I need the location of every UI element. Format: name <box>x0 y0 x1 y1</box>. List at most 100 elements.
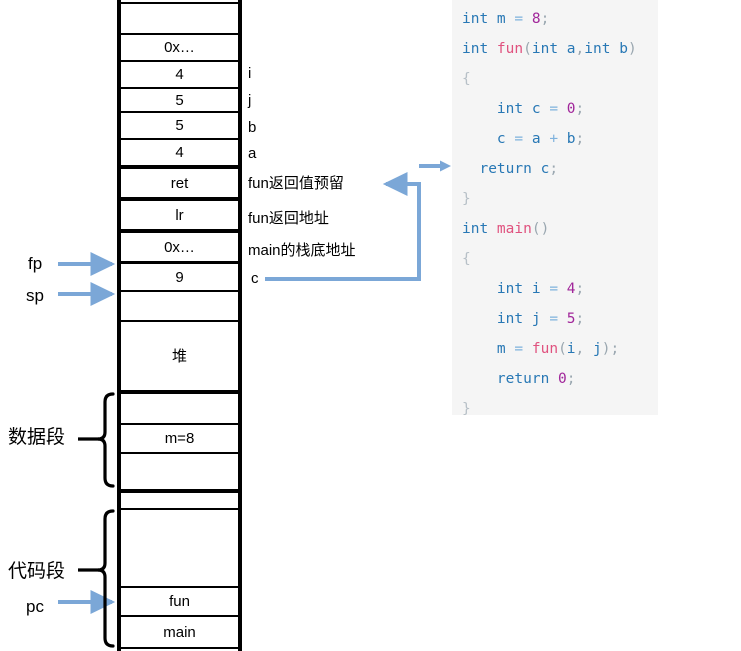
code-token: b <box>558 131 576 147</box>
code-line: int main() <box>452 214 658 244</box>
code-token: int <box>496 311 524 327</box>
stack-slot-label: fun返回地址 <box>248 210 329 227</box>
stack-slot-label: c <box>251 270 259 287</box>
memory-cell: ret <box>119 167 240 199</box>
memory-cell <box>119 508 240 588</box>
stack-slot-label: j <box>248 92 252 109</box>
code-token: 0 <box>558 371 567 387</box>
code-token: ; <box>575 281 585 297</box>
code-token: int <box>462 41 497 57</box>
code-token: int <box>496 101 524 117</box>
code-line: int m = 8; <box>452 4 658 34</box>
code-token: i <box>566 341 576 357</box>
memory-cell: 4 <box>119 138 240 167</box>
code-token: int <box>462 221 497 237</box>
code-token: j <box>584 341 602 357</box>
code-token: a <box>523 131 550 147</box>
memory-cell: 5 <box>119 111 240 140</box>
code-token: ( <box>558 341 567 357</box>
memory-cell <box>119 392 240 425</box>
register-pointer-label-fp: fp <box>28 254 43 273</box>
stack-slot-label: i <box>248 65 252 82</box>
code-token: return <box>479 161 532 177</box>
stack-slot-label: a <box>248 145 257 162</box>
memory-cell <box>119 2 240 37</box>
code-token: ; <box>575 311 585 327</box>
stack-slot-label: fun返回值预留 <box>248 175 344 192</box>
code-token: a <box>558 41 576 57</box>
stack-slot-label: b <box>248 119 257 136</box>
code-line: c = a + b; <box>452 124 658 154</box>
code-token: fun <box>496 41 524 57</box>
memory-cell <box>119 290 240 322</box>
code-token: c <box>462 131 515 147</box>
code-line: { <box>452 64 658 94</box>
code-token: 0 <box>566 101 576 117</box>
code-token: = <box>549 101 559 117</box>
code-token: = <box>514 341 524 357</box>
register-pointer-label-sp: sp <box>26 286 44 305</box>
code-line: } <box>452 184 658 214</box>
code-token: c <box>531 161 550 177</box>
code-line: int fun(int a,int b) <box>452 34 658 64</box>
code-line: int j = 5; <box>452 304 658 334</box>
memory-cell <box>119 452 240 491</box>
memory-cell: lr <box>119 199 240 231</box>
code-token: ) <box>627 41 637 57</box>
code-token: ; <box>610 341 620 357</box>
register-pointer-label-pc: pc <box>26 597 44 616</box>
code-token: c <box>523 101 550 117</box>
code-token: main <box>496 221 532 237</box>
memory-layout-diagram: 0x… 4 5 5 4 ret lr 0x… 9 堆 m=8 fun main i j b a fun返回值预留… <box>0 0 450 651</box>
code-segment-brace <box>97 509 115 648</box>
memory-cell: 5 <box>119 87 240 114</box>
code-token: j <box>523 311 550 327</box>
code-token: = <box>514 131 524 147</box>
data-segment-brace <box>97 392 115 488</box>
code-token: ; <box>566 371 576 387</box>
code-token: = <box>549 311 559 327</box>
code-token: ; <box>540 11 550 27</box>
code-token: = <box>549 281 559 297</box>
code-token: i <box>523 281 550 297</box>
code-token: , <box>575 341 585 357</box>
code-token: return <box>496 371 550 387</box>
code-token: { <box>462 251 471 267</box>
code-line: int i = 4; <box>452 274 658 304</box>
code-token: 5 <box>566 311 576 327</box>
segment-label: 数据段 <box>8 427 66 448</box>
code-token: } <box>462 401 471 417</box>
memory-cell: 9 <box>119 262 240 292</box>
code-line: m = fun(i, j); <box>452 334 658 364</box>
code-token: int <box>531 41 559 57</box>
memory-cell: 堆 <box>119 320 240 392</box>
code-token: b <box>610 41 628 57</box>
code-token: 4 <box>566 281 576 297</box>
code-token: () <box>531 221 550 237</box>
code-token: int <box>584 41 611 57</box>
code-line: { <box>452 244 658 274</box>
stack-slot-label: main的栈底地址 <box>248 242 356 259</box>
code-token: ; <box>549 161 559 177</box>
code-line: return c; <box>419 154 658 184</box>
code-token: fun <box>531 341 559 357</box>
c-to-return-value-connector <box>265 172 421 281</box>
code-token: ; <box>575 131 585 147</box>
code-line: return 0; <box>452 364 658 394</box>
code-line: } <box>452 394 658 424</box>
code-token: ; <box>575 101 585 117</box>
code-token: = <box>514 11 524 27</box>
code-token: int <box>496 281 524 297</box>
memory-cell: 4 <box>119 60 240 89</box>
code-token: ( <box>523 41 532 57</box>
code-token: } <box>462 191 471 207</box>
